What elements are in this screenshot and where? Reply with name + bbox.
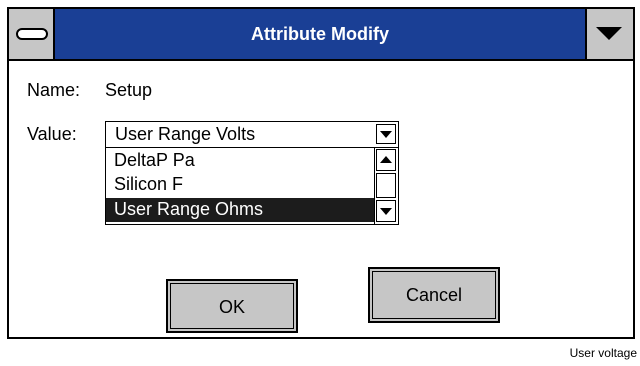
arrow-up-icon: [380, 156, 392, 163]
name-label: Name:: [27, 80, 81, 100]
name-value: Setup: [105, 80, 153, 100]
system-menu-button[interactable]: [9, 9, 55, 59]
ok-button-label: OK: [218, 297, 245, 317]
combobox-selected-value: User Range Volts: [115, 124, 256, 144]
list-item-selected[interactable]: User Range Ohms: [106, 198, 374, 222]
cancel-button[interactable]: Cancel: [368, 267, 500, 323]
dialog-title: Attribute Modify: [251, 24, 389, 44]
dropdown-button[interactable]: [376, 124, 396, 144]
attribute-modify-dialog: Attribute Modify Name: Setup Value: User…: [7, 7, 635, 339]
title-bar: Attribute Modify: [9, 9, 633, 61]
chevron-down-icon: [380, 131, 392, 138]
listbox-scrollbar[interactable]: [374, 148, 398, 224]
list-item[interactable]: DeltaP Pa: [106, 149, 374, 173]
cancel-button-label: Cancel: [405, 285, 463, 305]
ok-button[interactable]: OK: [166, 279, 298, 333]
scroll-thumb[interactable]: [376, 173, 396, 198]
triangle-down-icon: [596, 27, 622, 40]
system-menu-icon: [16, 28, 48, 40]
value-listbox[interactable]: DeltaP Pa Silicon F User Range Ohms: [105, 147, 399, 225]
scroll-down-button[interactable]: [376, 200, 396, 222]
window-menu-button[interactable]: [585, 9, 633, 59]
value-combobox[interactable]: User Range Volts: [105, 121, 399, 148]
list-item[interactable]: Silicon F: [106, 173, 374, 197]
value-label: Value:: [27, 124, 77, 144]
arrow-down-icon: [380, 208, 392, 215]
figure-caption: User voltage: [569, 346, 637, 360]
scroll-up-button[interactable]: [376, 149, 396, 171]
